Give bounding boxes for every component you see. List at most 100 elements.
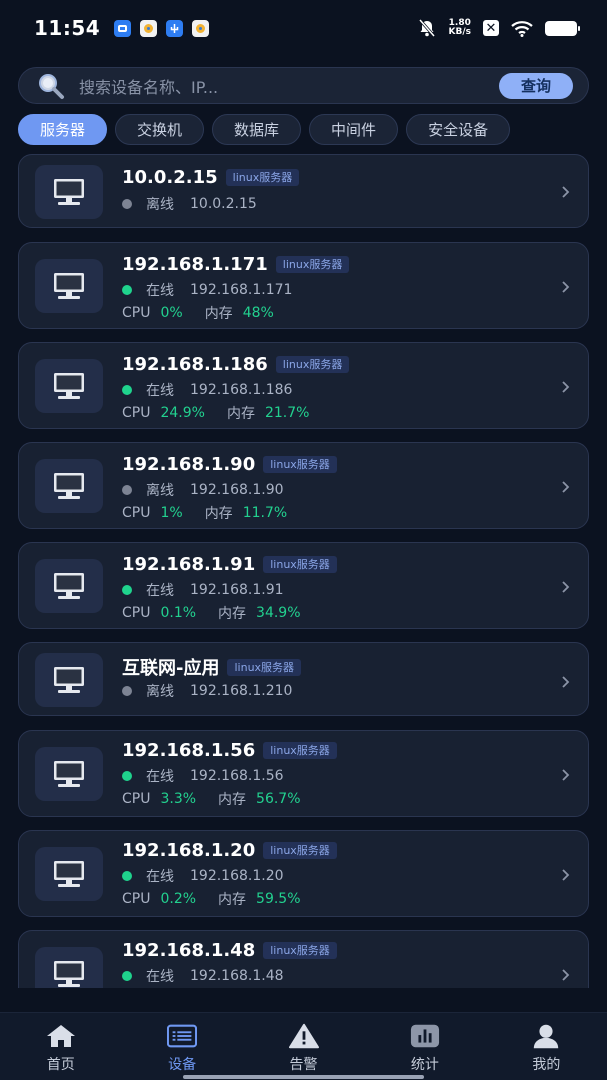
chevron-right-icon <box>562 869 570 881</box>
cpu-label: CPU <box>122 505 151 521</box>
device-title: 互联网-应用 linux服务器 <box>122 654 302 680</box>
device-type-tag: linux服务器 <box>263 556 337 573</box>
device-title: 192.168.1.20 linux服务器 <box>122 840 337 861</box>
monitor-icon <box>35 165 103 219</box>
device-type-tag: linux服务器 <box>263 942 337 959</box>
status-dot <box>122 485 132 495</box>
chevron-right-icon <box>562 581 570 593</box>
device-name: 192.168.1.91 <box>122 554 256 575</box>
nav-label: 告警 <box>289 1057 318 1073</box>
memory-value: 56.7% <box>256 791 301 807</box>
nav-alerts[interactable]: 告警 <box>243 1013 364 1080</box>
status-dot <box>122 585 132 595</box>
status-text: 在线 <box>146 769 174 785</box>
monitor-icon <box>35 259 103 313</box>
cpu-value: 1% <box>160 505 183 521</box>
device-type-tag: linux服务器 <box>263 742 337 759</box>
cpu-value: 0% <box>160 305 183 321</box>
profile-icon <box>531 1023 561 1049</box>
device-card[interactable]: 互联网-应用 linux服务器 离线 192.168.1.210 <box>18 642 589 716</box>
device-type-tag: linux服务器 <box>263 456 337 473</box>
cpu-label: CPU <box>122 305 151 321</box>
device-name: 192.168.1.90 <box>122 454 256 475</box>
device-card[interactable]: 192.168.1.48 linux服务器 在线 192.168.1.48 <box>18 930 589 988</box>
device-type-tag: linux服务器 <box>275 356 350 373</box>
nav-devices[interactable]: 设备 <box>121 1013 242 1080</box>
cpu-value: 0.1% <box>160 605 197 621</box>
home-indicator[interactable] <box>183 1075 424 1079</box>
home-icon <box>46 1023 76 1049</box>
stats-icon <box>410 1023 440 1049</box>
device-card[interactable]: 192.168.1.171 linux服务器 在线 192.168.1.171 … <box>18 242 589 329</box>
nav-profile[interactable]: 我的 <box>486 1013 607 1080</box>
status-text: 在线 <box>146 383 174 399</box>
nav-home[interactable]: 首页 <box>0 1013 121 1080</box>
device-ip: 10.0.2.15 <box>190 196 257 212</box>
device-metrics: CPU 0% 内存 48% <box>122 303 296 323</box>
device-title: 10.0.2.15 linux服务器 <box>122 167 300 188</box>
device-metrics: CPU 1% 内存 11.7% <box>122 503 309 523</box>
chevron-right-icon <box>562 281 570 293</box>
device-metrics: CPU 0.1% 内存 34.9% <box>122 603 323 623</box>
warning-icon <box>288 1023 319 1049</box>
nav-label: 统计 <box>410 1057 439 1073</box>
device-status: 在线 192.168.1.91 <box>122 580 284 600</box>
device-status: 在线 192.168.1.186 <box>122 380 292 400</box>
device-metrics: CPU 24.9% 内存 21.7% <box>122 403 331 423</box>
status-dot <box>122 285 132 295</box>
status-dot <box>122 971 132 981</box>
device-list[interactable]: 10.0.2.15 linux服务器 离线 10.0.2.15 192.168.… <box>18 0 589 988</box>
device-title: 192.168.1.56 linux服务器 <box>122 740 337 761</box>
device-card[interactable]: 10.0.2.15 linux服务器 离线 10.0.2.15 <box>18 154 589 228</box>
device-ip: 192.168.1.48 <box>190 968 284 984</box>
cpu-label: CPU <box>122 405 151 421</box>
monitor-icon <box>35 559 103 613</box>
chevron-right-icon <box>562 676 570 688</box>
memory-value: 48% <box>242 305 274 321</box>
device-title: 192.168.1.91 linux服务器 <box>122 554 337 575</box>
device-name: 10.0.2.15 <box>122 167 218 188</box>
cpu-value: 0.2% <box>160 891 197 907</box>
device-type-tag: linux服务器 <box>275 256 350 273</box>
status-text: 离线 <box>146 197 174 213</box>
device-card[interactable]: 192.168.1.56 linux服务器 在线 192.168.1.56 CP… <box>18 730 589 817</box>
status-dot <box>122 199 132 209</box>
status-text: 在线 <box>146 583 174 599</box>
device-status: 在线 192.168.1.20 <box>122 866 284 886</box>
device-metrics: CPU 3.3% 内存 56.7% <box>122 789 323 809</box>
status-text: 离线 <box>146 483 174 499</box>
device-title: 192.168.1.90 linux服务器 <box>122 454 337 475</box>
memory-label: 内存 <box>218 606 247 622</box>
status-text: 在线 <box>146 283 174 299</box>
device-ip: 192.168.1.20 <box>190 868 284 884</box>
memory-label: 内存 <box>204 306 233 322</box>
nav-label: 我的 <box>532 1057 561 1073</box>
memory-label: 内存 <box>226 406 255 422</box>
nav-stats[interactable]: 统计 <box>364 1013 485 1080</box>
device-card[interactable]: 192.168.1.90 linux服务器 离线 192.168.1.90 CP… <box>18 442 589 529</box>
device-card[interactable]: 192.168.1.91 linux服务器 在线 192.168.1.91 CP… <box>18 542 589 629</box>
device-card[interactable]: 192.168.1.186 linux服务器 在线 192.168.1.186 … <box>18 342 589 429</box>
cpu-label: CPU <box>122 891 151 907</box>
device-name: 192.168.1.56 <box>122 740 256 761</box>
memory-value: 59.5% <box>256 891 301 907</box>
status-dot <box>122 871 132 881</box>
device-name: 互联网-应用 <box>122 658 220 679</box>
chevron-right-icon <box>562 186 570 198</box>
chevron-right-icon <box>562 481 570 493</box>
device-name: 192.168.1.186 <box>122 354 268 375</box>
device-name: 192.168.1.20 <box>122 840 256 861</box>
device-title: 192.168.1.171 linux服务器 <box>122 254 350 275</box>
nav-label: 设备 <box>168 1057 197 1073</box>
chevron-right-icon <box>562 969 570 981</box>
memory-label: 内存 <box>204 506 233 522</box>
memory-label: 内存 <box>218 792 247 808</box>
memory-label: 内存 <box>218 892 247 908</box>
cpu-value: 3.3% <box>160 791 197 807</box>
device-type-tag: linux服务器 <box>227 658 302 676</box>
device-card[interactable]: 192.168.1.20 linux服务器 在线 192.168.1.20 CP… <box>18 830 589 917</box>
memory-value: 34.9% <box>256 605 301 621</box>
memory-value: 11.7% <box>242 505 288 521</box>
device-title: 192.168.1.48 linux服务器 <box>122 940 337 961</box>
device-ip: 192.168.1.56 <box>190 768 284 784</box>
